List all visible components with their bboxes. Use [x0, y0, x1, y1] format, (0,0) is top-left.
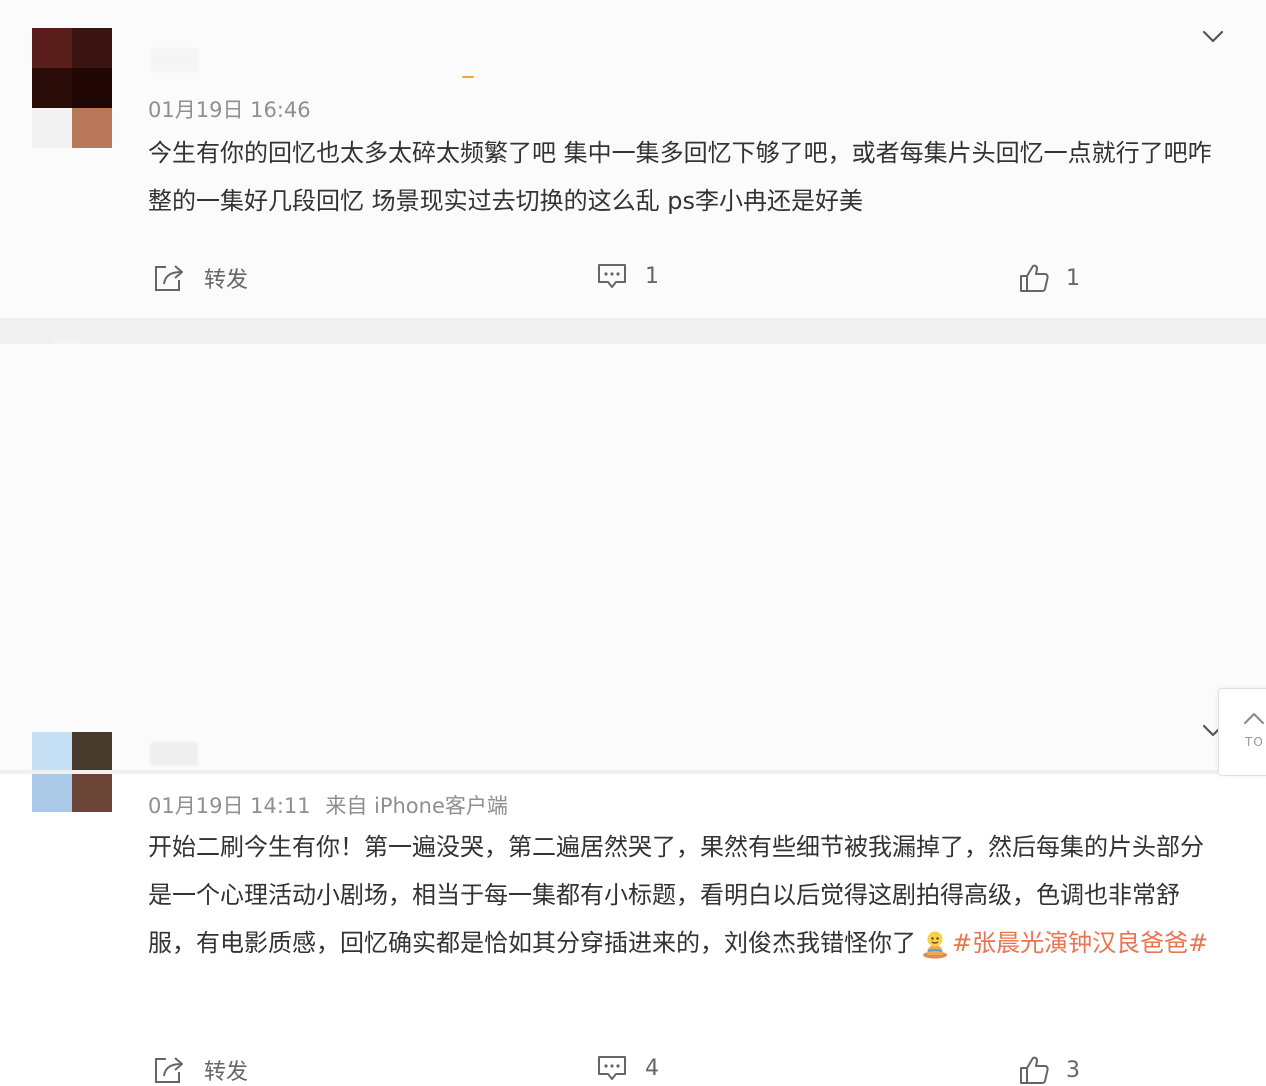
thumbs-up-icon	[1020, 1056, 1049, 1084]
avatar-pixel	[32, 108, 72, 148]
username-redacted[interactable]	[150, 742, 198, 766]
repost-icon	[155, 265, 183, 291]
avatar-pixel	[72, 108, 112, 148]
timestamp-text: 01月19日 16:46	[148, 98, 311, 122]
arrow-up-icon	[1244, 713, 1264, 724]
comment-button[interactable]: 4	[597, 1054, 659, 1082]
like-count: 1	[1066, 265, 1080, 291]
back-to-top-label: TO	[1245, 735, 1264, 749]
avatar[interactable]	[32, 28, 112, 148]
weibo-comment-card: 01月19日 14:11 来自 iPhone客户端 开始二刷今生有你！第一遍没哭…	[0, 344, 1266, 1085]
comment-button[interactable]: 1	[597, 262, 659, 290]
username-redacted[interactable]	[150, 48, 198, 72]
avatar-pixel	[72, 68, 112, 108]
badge-mark	[462, 76, 474, 78]
card-divider	[0, 770, 1266, 774]
chevron-down-icon[interactable]	[1202, 26, 1224, 48]
avatar-pixel	[72, 772, 112, 812]
avatar-pixel	[32, 732, 72, 772]
comment-icon	[598, 1056, 626, 1080]
like-button[interactable]: 3	[1018, 1054, 1080, 1086]
like-count: 3	[1066, 1057, 1080, 1083]
avatar-pixel	[32, 772, 72, 812]
like-button[interactable]: 1	[1018, 262, 1080, 294]
card-divider	[0, 318, 1266, 344]
post-content: 开始二刷今生有你！第一遍没哭，第二遍居然哭了，果然有些细节被我漏掉了，然后每集的…	[148, 823, 1218, 967]
comment-icon	[598, 264, 626, 288]
post-source[interactable]: 来自 iPhone客户端	[325, 794, 508, 818]
back-to-top-button[interactable]: TO	[1218, 688, 1266, 776]
thumbs-up-icon	[1020, 264, 1049, 292]
avatar-pixel	[72, 28, 112, 68]
repost-icon	[155, 1057, 183, 1083]
hashtag-link[interactable]: #张晨光演钟汉良爸爸#	[952, 929, 1208, 957]
weibo-comment-card: 01月19日 16:46 今生有你的回忆也太多太碎太频繁了吧 集中一集多回忆下够…	[0, 0, 1266, 318]
avatar-pixel	[32, 68, 72, 108]
emoji-icon	[920, 927, 950, 959]
post-content: 今生有你的回忆也太多太碎太频繁了吧 集中一集多回忆下够了吧，或者每集片头回忆一点…	[148, 139, 1212, 215]
repost-button[interactable]: 转发	[152, 1054, 248, 1086]
avatar-pixel	[32, 28, 72, 68]
avatar-pixel	[72, 732, 112, 772]
repost-label: 转发	[204, 268, 249, 293]
comment-count: 4	[645, 1055, 659, 1081]
repost-label: 转发	[204, 1060, 249, 1085]
timestamp-text: 01月19日 14:11	[148, 794, 311, 818]
repost-button[interactable]: 转发	[152, 262, 248, 294]
post-timestamp: 01月19日 14:11 来自 iPhone客户端	[148, 793, 508, 819]
post-timestamp: 01月19日 16:46	[148, 97, 311, 123]
comment-count: 1	[645, 263, 659, 289]
